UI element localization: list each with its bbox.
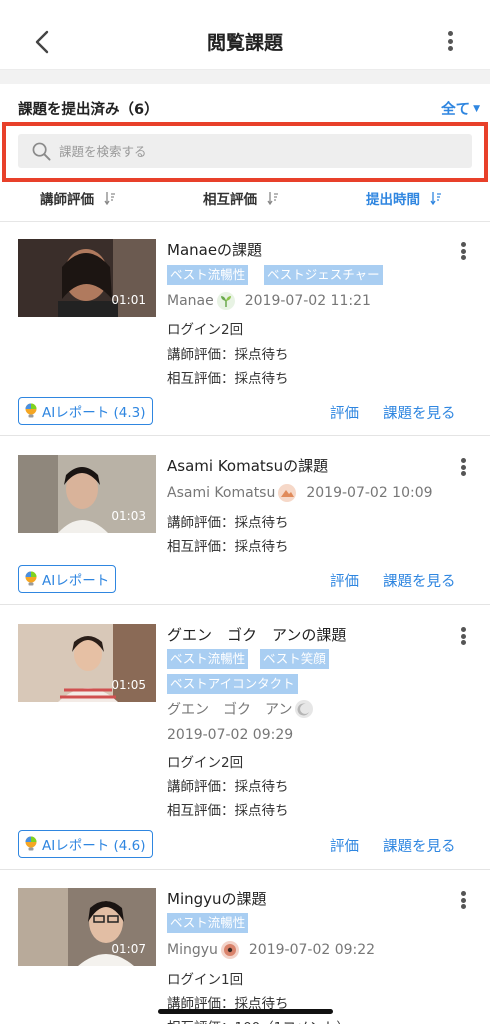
submission-card[interactable]: 01:03 Asami Komatsuの課題 Asami Komatsu 201… [0,436,490,605]
instructor-eval-status: 講師評価：採点待ち [167,779,289,795]
peer-eval-status: 相互評価：採点待ち [167,371,289,387]
sprout-icon [216,292,235,310]
card-title: Manaeの課題 [167,241,263,259]
tag-list: ベスト流暢性 [167,913,437,933]
author-row: Mingyu 2019-07-02 09:22 [167,941,375,959]
submitted-date: 2019-07-02 10:09 [306,485,433,501]
card-more-button[interactable] [456,456,470,478]
video-thumbnail[interactable]: 01:01 [18,239,156,317]
evaluate-link[interactable]: 評価 [330,835,359,856]
moon-icon [295,700,314,718]
ai-report-button[interactable]: AIレポート (4.3) [18,397,153,425]
view-assignment-link[interactable]: 課題を見る [383,570,456,591]
section-title: 課題を提出済み（6） [18,102,159,118]
author-row: グエン ゴク アン [167,699,323,719]
card-title: Mingyuの課題 [167,890,267,908]
tag-badge: ベスト流暢性 [167,913,249,933]
video-thumbnail[interactable]: 01:05 [18,624,156,702]
submitted-date: 2019-07-02 11:21 [244,293,371,309]
card-more-button[interactable] [456,625,470,647]
video-duration: 01:03 [111,509,146,523]
sort-peer-eval[interactable]: 相互評価 [203,188,279,208]
caret-down-icon: ▼ [473,103,480,114]
sort-icon [104,192,115,205]
search-icon [32,142,51,161]
tag-badge: ベスト流暢性 [167,265,249,285]
tag-badge: ベスト笑顔 [260,649,329,669]
ai-report-label: AIレポート [42,573,110,589]
evaluate-link[interactable]: 評価 [330,570,359,591]
login-count: ログイン2回 [167,322,244,338]
instructor-eval-status: 講師評価：採点待ち [167,515,289,531]
section-header: 課題を提出済み（6） 全て ▼ [18,96,480,122]
app-header: 閲覧課題 [0,0,490,70]
donut-icon [220,941,239,959]
tag-badge: ベストアイコンタクト [167,674,298,694]
filter-label: 全て [441,102,471,118]
more-vert-icon [460,242,466,247]
peer-eval-status: 相互評価：採点待ち [167,803,289,819]
author-name: Asami Komatsu [167,485,276,501]
view-assignment-link[interactable]: 課題を見る [383,835,456,856]
tag-badge: ベストジェスチャー [264,265,383,285]
author-name: Mingyu [167,942,218,958]
page-title: 閲覧課題 [206,32,283,54]
ai-report-label: AIレポート (4.6) [42,838,146,854]
home-indicator [158,1009,333,1014]
instructor-eval-status: 講師評価：採点待ち [167,347,289,363]
sort-peer-label: 相互評価 [203,192,257,208]
video-duration: 01:01 [111,293,146,307]
tag-list: ベスト流暢性 ベストジェスチャー [167,265,437,285]
login-count: ログイン2回 [167,755,244,771]
more-vert-icon [460,627,466,632]
sort-instructor-label: 講師評価 [40,192,94,208]
sort-icon [430,192,441,205]
more-menu-button[interactable] [440,28,460,54]
submitted-date: 2019-07-02 09:22 [248,942,376,958]
search-bar[interactable] [18,134,472,168]
card-more-button[interactable] [456,889,470,911]
author-row: Manae 2019-07-02 11:21 [167,292,371,310]
card-more-button[interactable] [456,240,470,262]
divider [0,70,490,84]
submission-card[interactable]: 01:01 Manaeの課題 ベスト流暢性 ベストジェスチャー Manae 20… [0,222,490,436]
search-input[interactable] [59,143,419,159]
card-title: グエン ゴク アンの課題 [167,626,347,644]
evaluate-link[interactable]: 評価 [330,402,359,423]
submission-card[interactable]: 01:07 Mingyuの課題 ベスト流暢性 Mingyu 2019-07-02… [0,870,490,1024]
author-name: Manae [167,293,214,309]
video-thumbnail[interactable]: 01:07 [18,888,156,966]
sort-instructor-eval[interactable]: 講師評価 [40,188,116,208]
card-title: Asami Komatsuの課題 [167,457,329,475]
mountain-icon [278,484,297,502]
login-count: ログイン1回 [167,972,244,988]
peer-eval-status: 相互評価：100（1コメント） [167,1016,350,1024]
tag-list: ベスト流暢性 ベスト笑顔 ベストアイコンタクト [167,649,437,695]
more-vert-icon [460,891,466,896]
sort-icon [267,192,278,205]
submitted-date: 2019-07-02 09:29 [167,727,294,743]
sort-submitted-label: 提出時間 [366,192,420,208]
ai-report-button[interactable]: AIレポート [18,565,117,593]
submission-card[interactable]: 01:05 グエン ゴク アンの課題 ベスト流暢性 ベスト笑顔 ベストアイコンタ… [0,605,490,870]
video-duration: 01:05 [111,678,146,692]
filter-dropdown[interactable]: 全て ▼ [441,98,480,119]
view-assignment-link[interactable]: 課題を見る [383,402,456,423]
lightbulb-icon [25,836,37,851]
lightbulb-icon [25,571,37,586]
author-row: Asami Komatsu 2019-07-02 10:09 [167,484,433,502]
peer-eval-status: 相互評価：採点待ち [167,539,289,555]
more-vert-icon [447,31,453,36]
video-thumbnail[interactable]: 01:03 [18,455,156,533]
lightbulb-icon [25,403,37,418]
author-name: グエン ゴク アン [167,702,293,718]
sort-bar: 講師評価 相互評価 提出時間 [0,182,490,222]
video-duration: 01:07 [111,942,146,956]
ai-report-button[interactable]: AIレポート (4.6) [18,830,153,858]
sort-submitted-time[interactable]: 提出時間 [366,188,442,208]
tag-badge: ベスト流暢性 [167,649,249,669]
ai-report-label: AIレポート (4.3) [42,405,146,421]
more-vert-icon [460,458,466,463]
